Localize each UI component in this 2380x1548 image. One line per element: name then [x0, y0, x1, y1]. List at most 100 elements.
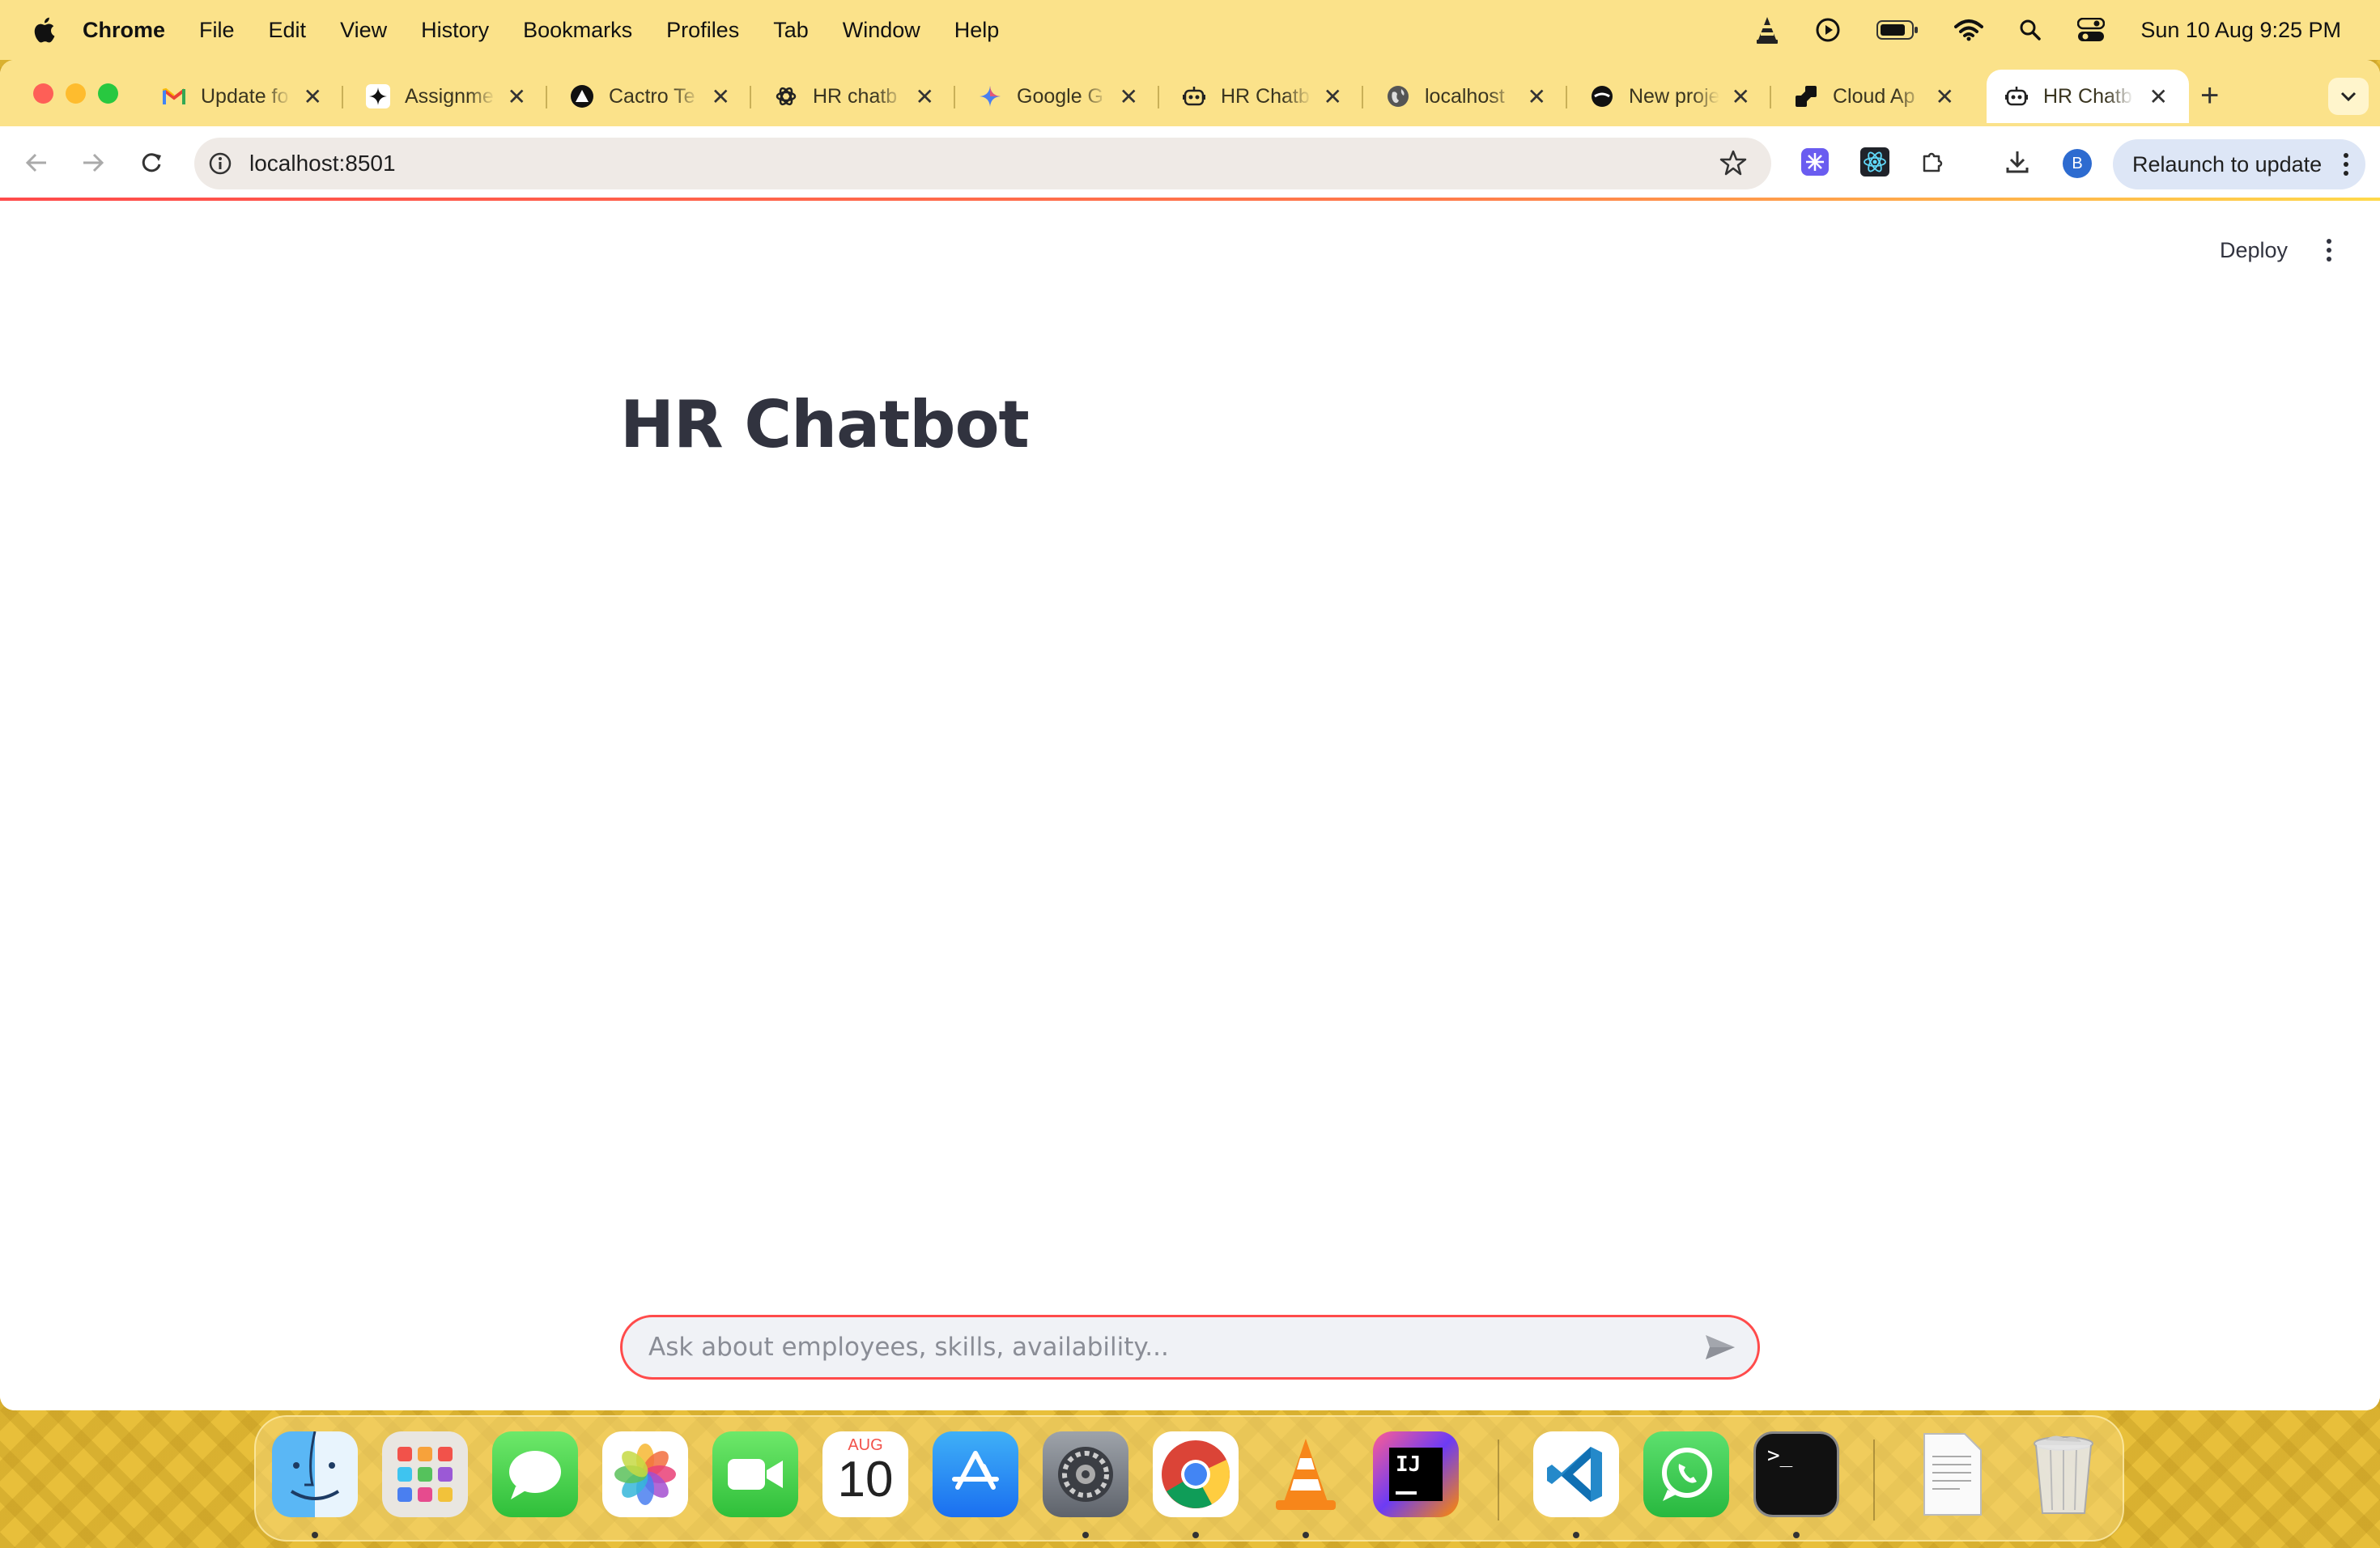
system-settings-icon[interactable] — [1043, 1431, 1128, 1517]
zoom-window-button[interactable] — [98, 83, 118, 104]
profile-avatar[interactable]: B — [2063, 149, 2092, 178]
play-circle-icon[interactable] — [1815, 17, 1841, 43]
send-icon — [1706, 1335, 1735, 1359]
whatsapp-icon[interactable] — [1643, 1431, 1729, 1517]
browser-tab[interactable]: HR chatb ✕ — [756, 70, 955, 123]
tab-separator — [1362, 86, 1363, 108]
tab-search-button[interactable] — [2328, 78, 2369, 115]
status-area: Sun 10 Aug 9:25 PM — [1755, 0, 2341, 60]
control-center-icon[interactable] — [2077, 18, 2106, 42]
more-vertical-icon — [2327, 239, 2331, 262]
menu-help[interactable]: Help — [954, 18, 1000, 43]
app-store-icon[interactable] — [933, 1431, 1018, 1517]
browser-tab[interactable]: Cactro Te ✕ — [552, 70, 751, 123]
vlc-cone-icon[interactable] — [1755, 15, 1779, 45]
menu-view[interactable]: View — [340, 18, 387, 43]
close-tab-icon[interactable]: ✕ — [1936, 83, 1954, 110]
close-window-button[interactable] — [33, 83, 53, 104]
download-icon[interactable] — [2001, 146, 2034, 178]
running-indicator — [1303, 1532, 1309, 1538]
browser-tab[interactable]: Cloud Ap ✕ — [1776, 70, 1975, 123]
vlc-icon[interactable] — [1263, 1431, 1349, 1517]
menubar-clock[interactable]: Sun 10 Aug 9:25 PM — [2140, 18, 2341, 43]
menu-bookmarks[interactable]: Bookmarks — [523, 18, 632, 43]
calendar-icon[interactable]: AUG 10 — [822, 1431, 908, 1517]
tab-separator — [1770, 86, 1771, 108]
menu-profiles[interactable]: Profiles — [666, 18, 739, 43]
photos-icon[interactable] — [602, 1431, 688, 1517]
finder-icon[interactable] — [272, 1431, 358, 1517]
facetime-icon[interactable] — [712, 1431, 798, 1517]
browser-tab[interactable]: HR Chatb ✕ — [1164, 70, 1363, 123]
send-button[interactable] — [1701, 1328, 1740, 1367]
menu-app-name[interactable]: Chrome — [83, 18, 165, 43]
url-text[interactable]: localhost:8501 — [249, 151, 396, 176]
reload-button[interactable] — [134, 146, 168, 180]
browser-toolbar: localhost:8501 B Relaunch to update — [0, 126, 2380, 199]
gmail-icon — [162, 84, 186, 108]
menu-bar: Chrome File Edit View History Bookmarks … — [0, 0, 2380, 60]
intellij-idea-icon[interactable]: IJ — [1373, 1431, 1459, 1517]
tab-separator — [954, 86, 955, 108]
apple-icon[interactable] — [32, 16, 55, 44]
vscode-icon[interactable] — [1533, 1431, 1619, 1517]
running-indicator — [1793, 1532, 1800, 1538]
main-menu-button[interactable] — [2317, 236, 2341, 264]
chat-input[interactable] — [648, 1319, 1701, 1376]
back-button[interactable] — [19, 146, 53, 180]
menu-edit[interactable]: Edit — [269, 18, 307, 43]
close-tab-icon[interactable]: ✕ — [508, 83, 526, 110]
close-tab-icon[interactable]: ✕ — [712, 83, 730, 110]
dock-separator — [1873, 1440, 1875, 1520]
arrow-left-icon — [25, 153, 46, 172]
tab-separator — [1566, 86, 1567, 108]
react-devtools-icon[interactable] — [1859, 146, 1891, 178]
close-tab-icon[interactable]: ✕ — [1528, 83, 1546, 110]
close-tab-icon[interactable]: ✕ — [1732, 83, 1750, 110]
browser-tab-active[interactable]: HR Chatb ✕ — [1987, 70, 2189, 123]
menu-window[interactable]: Window — [843, 18, 920, 43]
bookmark-star-icon[interactable] — [1719, 149, 1747, 176]
chrome-icon[interactable] — [1153, 1431, 1239, 1517]
more-vertical-icon — [2344, 153, 2348, 176]
relaunch-to-update-button[interactable]: Relaunch to update — [2113, 139, 2365, 189]
chat-input-box[interactable] — [620, 1315, 1760, 1380]
search-icon[interactable] — [2019, 19, 2042, 41]
forward-button[interactable] — [76, 146, 110, 180]
tab-title: Google G — [1017, 84, 1104, 108]
battery-icon[interactable] — [1876, 19, 1919, 40]
minimize-window-button[interactable] — [66, 83, 86, 104]
extensions-puzzle-icon[interactable] — [1917, 146, 1949, 178]
menu-file[interactable]: File — [199, 18, 235, 43]
close-tab-icon[interactable]: ✕ — [916, 83, 934, 110]
trash-icon[interactable] — [2021, 1431, 2106, 1517]
tab-separator — [342, 86, 343, 108]
close-tab-icon[interactable]: ✕ — [1120, 83, 1138, 110]
tab-title: Cactro Te — [609, 84, 695, 108]
wifi-icon[interactable] — [1954, 19, 1984, 41]
launchpad-icon[interactable] — [382, 1431, 468, 1517]
browser-tab[interactable]: Assignme ✕ — [348, 70, 547, 123]
browser-tab[interactable]: Update fo ✕ — [144, 70, 343, 123]
address-bar[interactable]: localhost:8501 — [194, 138, 1771, 189]
gemini-icon — [978, 84, 1002, 108]
tab-title: HR chatb — [813, 84, 898, 108]
cloud-app-icon — [1794, 84, 1818, 108]
deploy-button[interactable]: Deploy — [2220, 238, 2288, 263]
menu-tab[interactable]: Tab — [773, 18, 809, 43]
menu-history[interactable]: History — [421, 18, 489, 43]
browser-tab[interactable]: localhost ✕ — [1368, 70, 1567, 123]
close-tab-icon[interactable]: ✕ — [2149, 83, 2168, 110]
running-indicator — [1082, 1532, 1089, 1538]
document-icon[interactable] — [1909, 1431, 1995, 1517]
close-tab-icon[interactable]: ✕ — [1324, 83, 1342, 110]
terminal-icon[interactable]: >_ — [1753, 1431, 1839, 1517]
close-tab-icon[interactable]: ✕ — [304, 83, 322, 110]
browser-tab[interactable]: New proje ✕ — [1572, 70, 1771, 123]
site-info-icon[interactable] — [207, 151, 233, 176]
browser-tab[interactable]: Google G ✕ — [960, 70, 1159, 123]
messages-icon[interactable] — [492, 1431, 578, 1517]
circle-logo-icon — [1590, 84, 1614, 108]
extension-purple-icon[interactable] — [1799, 146, 1831, 178]
new-tab-button[interactable]: + — [2200, 79, 2219, 112]
